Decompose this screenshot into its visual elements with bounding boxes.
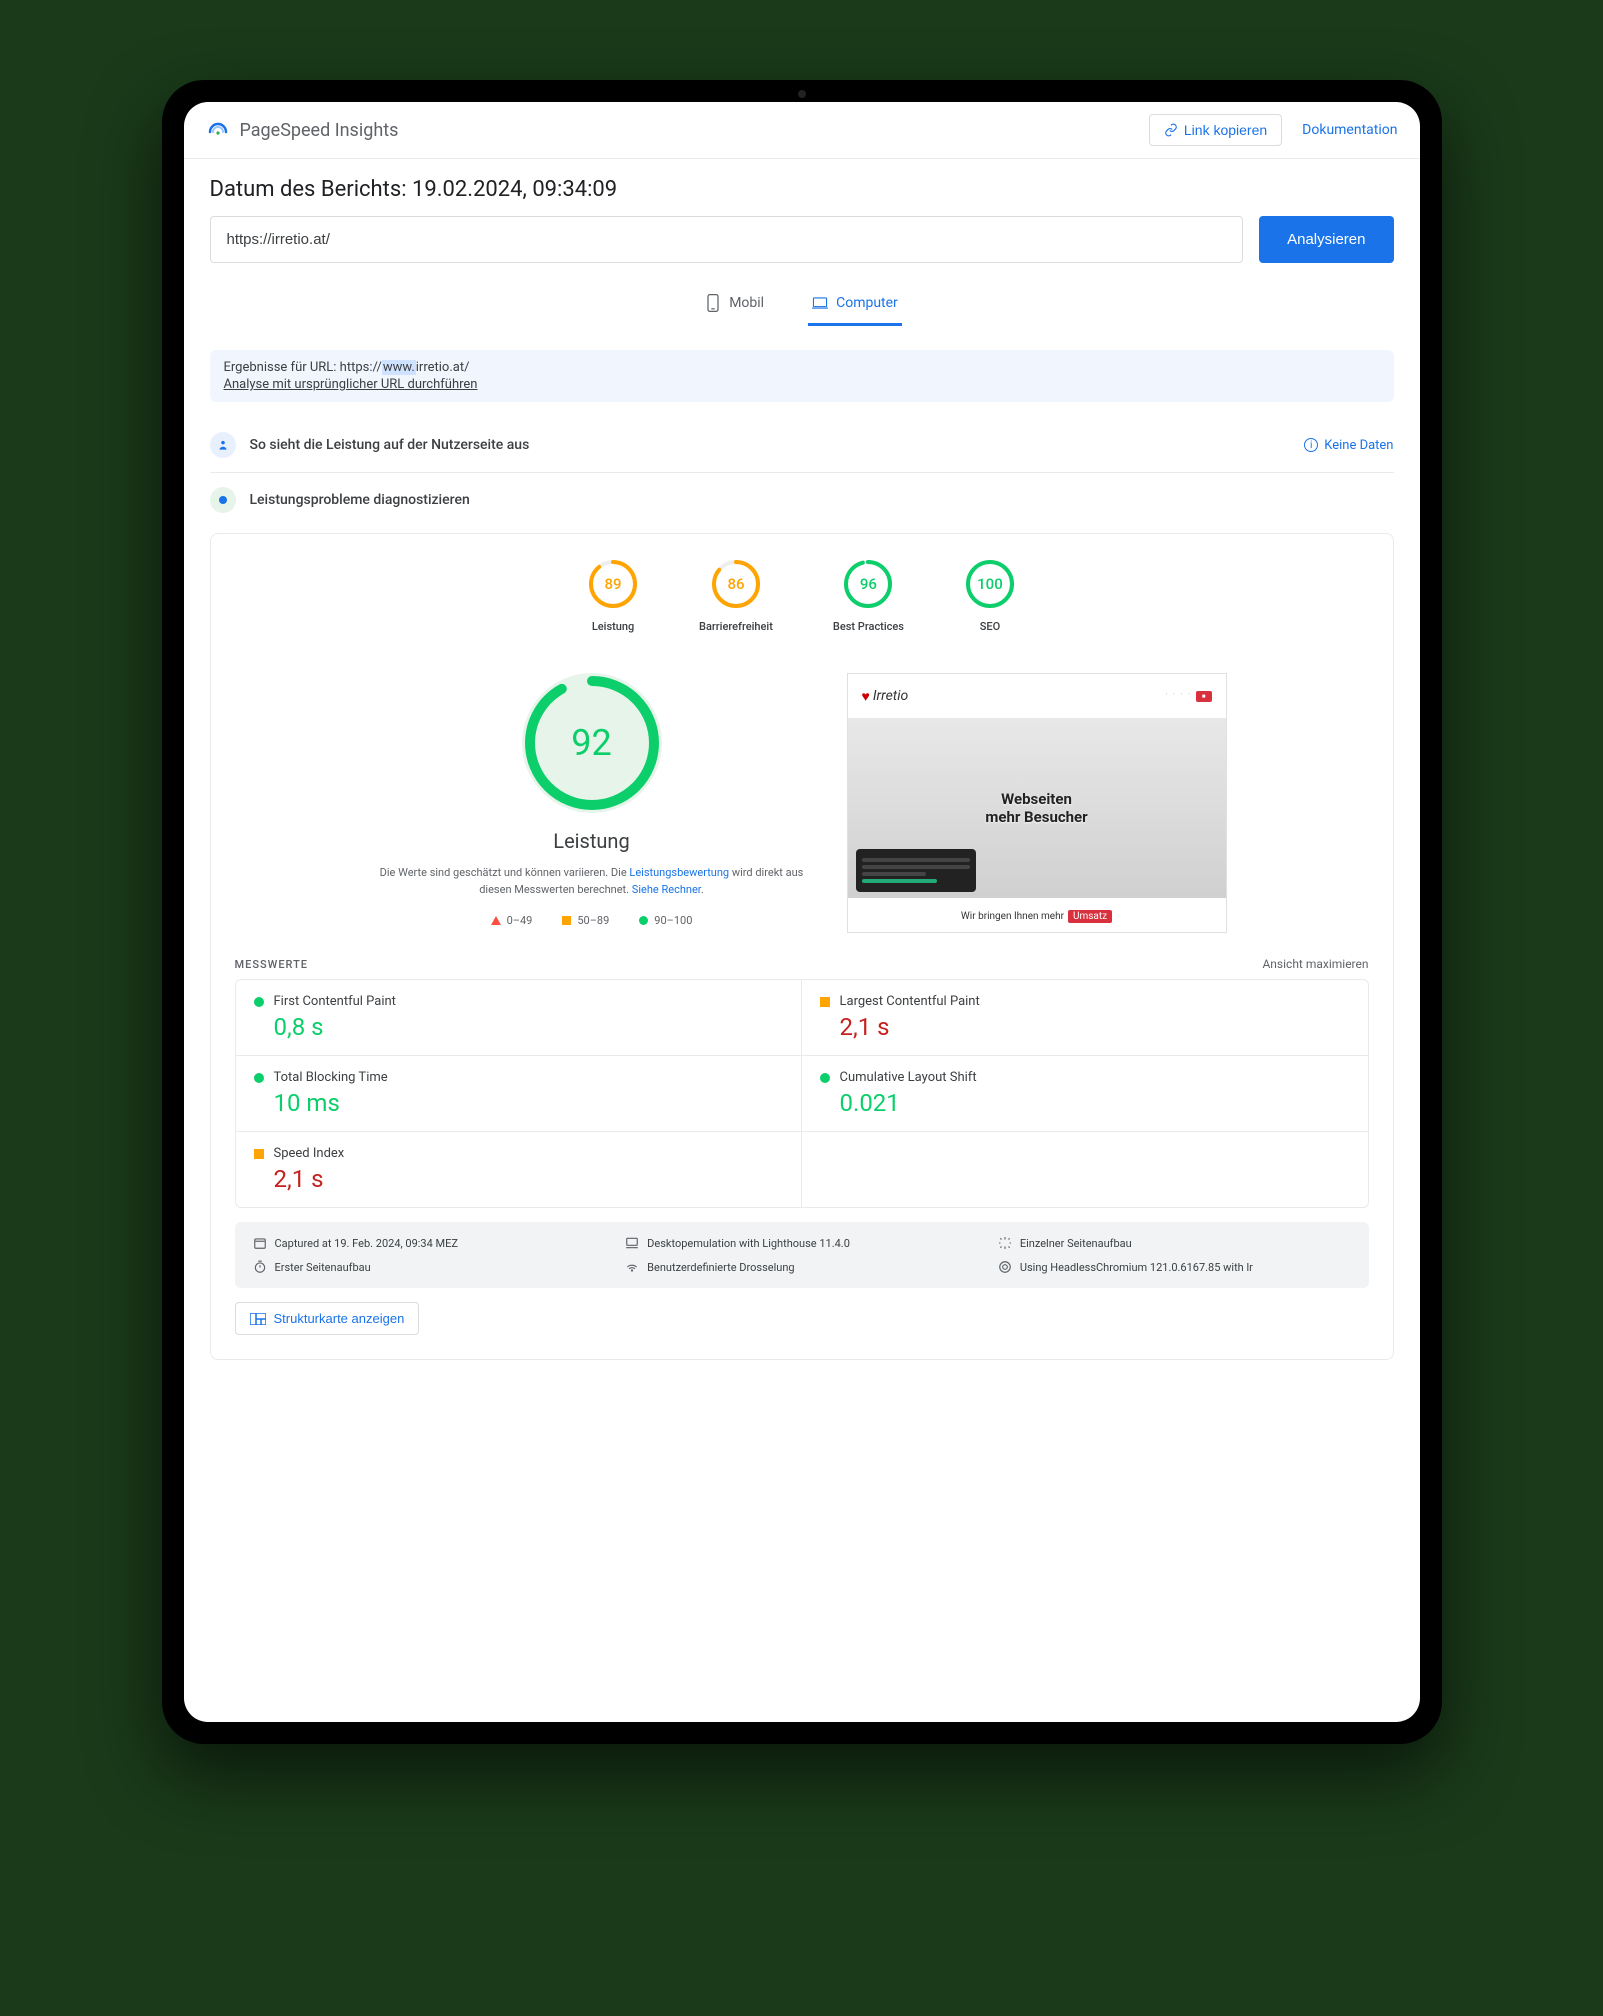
url-input[interactable] <box>210 216 1244 263</box>
score-seo[interactable]: 100 SEO <box>964 558 1016 633</box>
dot-green-icon <box>639 916 648 925</box>
chrome-icon <box>998 1260 1012 1274</box>
device-tabs: Mobil Computer <box>210 283 1394 326</box>
desktop-small-icon <box>625 1236 639 1250</box>
report-date: Datum des Berichts: 19.02.2024, 09:34:09 <box>210 177 1394 202</box>
score-leistung[interactable]: 89 Leistung <box>587 558 639 633</box>
user-icon <box>210 432 236 458</box>
dot-green-icon <box>254 997 264 1007</box>
analyze-button[interactable]: Analysieren <box>1259 216 1393 263</box>
rerun-original-link[interactable]: Analyse mit ursprünglicher URL durchführ… <box>224 377 1380 392</box>
link-copy-button[interactable]: Link kopieren <box>1149 114 1282 146</box>
metric-total-blocking-time: Total Blocking Time 10 ms <box>236 1056 802 1132</box>
metric-largest-contentful-paint: Largest Contentful Paint 2,1 s <box>802 980 1368 1056</box>
big-gauge-label: Leistung <box>377 829 807 853</box>
metric-first-contentful-paint: First Contentful Paint 0,8 s <box>236 980 802 1056</box>
timer-icon <box>253 1260 267 1274</box>
big-performance-gauge: 92 <box>522 673 662 813</box>
environment-info: Captured at 19. Feb. 2024, 09:34 MEZ Des… <box>235 1222 1369 1288</box>
maximize-view-link[interactable]: Ansicht maximieren <box>1262 957 1368 971</box>
docs-link[interactable]: Dokumentation <box>1302 122 1397 138</box>
square-orange-icon <box>562 916 571 925</box>
info-icon: i <box>1304 438 1318 452</box>
topbar: PageSpeed Insights Link kopieren Dokumen… <box>184 102 1420 159</box>
url-result-box: Ergebnisse für URL: https://www.irretio.… <box>210 350 1394 402</box>
section-diagnose: Leistungsprobleme diagnostizieren <box>250 492 470 508</box>
tab-desktop[interactable]: Computer <box>808 283 902 326</box>
pagespeed-icon <box>206 118 230 142</box>
tablet-camera <box>798 90 806 98</box>
dot-green-icon <box>254 1073 264 1083</box>
no-data-label: i Keine Daten <box>1304 438 1393 453</box>
metric-cumulative-layout-shift: Cumulative Layout Shift 0.021 <box>802 1056 1368 1132</box>
section-user-performance: So sieht die Leistung auf der Nutzerseit… <box>210 418 1394 473</box>
screen: PageSpeed Insights Link kopieren Dokumen… <box>184 102 1420 1722</box>
treemap-button[interactable]: Strukturkarte anzeigen <box>235 1302 420 1335</box>
tablet-frame: PageSpeed Insights Link kopieren Dokumen… <box>162 80 1442 1744</box>
score-legend: 0–49 50–89 90–100 <box>377 914 807 927</box>
score-best practices[interactable]: 96 Best Practices <box>833 558 904 633</box>
app-title: PageSpeed Insights <box>240 120 399 141</box>
heart-icon: ♥ <box>862 688 870 705</box>
dot-green-icon <box>820 1073 830 1083</box>
calendar-icon <box>253 1236 267 1250</box>
metric-speed-index: Speed Index 2,1 s <box>236 1132 802 1207</box>
metrics-title: MESSWERTE <box>235 958 309 971</box>
diagnose-panel: 89 Leistung 86 Barrierefreiheit 96 Best … <box>210 533 1394 1360</box>
treemap-icon <box>250 1313 266 1325</box>
triangle-red-icon <box>491 916 501 925</box>
page-screenshot: ♥Irretio ····■ Webseiten mehr Besucher W… <box>847 673 1227 933</box>
diagnose-icon <box>210 487 236 513</box>
single-icon <box>998 1236 1012 1250</box>
link-icon <box>1164 123 1178 137</box>
perf-description: Die Werte sind geschätzt und können vari… <box>377 865 807 898</box>
mobile-icon <box>705 293 721 313</box>
desktop-icon <box>812 293 828 313</box>
square-orange-icon <box>820 997 830 1007</box>
calculator-link[interactable]: Siehe Rechner <box>632 883 701 896</box>
tab-mobile[interactable]: Mobil <box>701 283 768 326</box>
perf-rating-link[interactable]: Leistungsbewertung <box>629 866 729 879</box>
square-orange-icon <box>254 1149 264 1159</box>
score-barrierefreiheit[interactable]: 86 Barrierefreiheit <box>699 558 773 633</box>
wifi-icon <box>625 1260 639 1274</box>
